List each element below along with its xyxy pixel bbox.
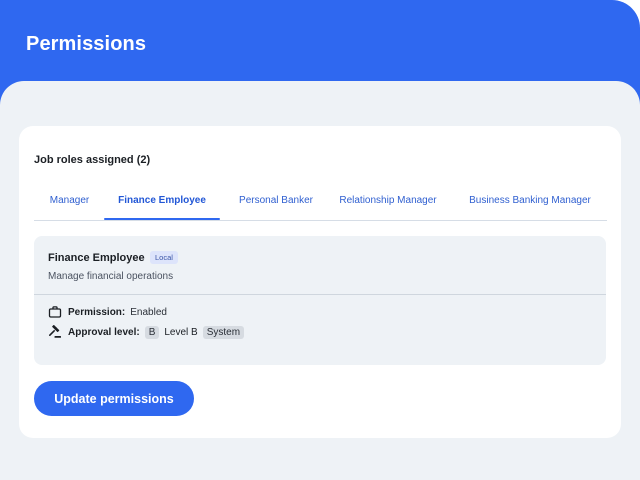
role-description: Manage financial operations bbox=[48, 271, 174, 282]
tab-business-banking-manager[interactable]: Business Banking Manager bbox=[460, 186, 600, 220]
update-permissions-button[interactable]: Update permissions bbox=[34, 381, 194, 416]
role-tabs: Manager Finance Employee Personal Banker… bbox=[34, 186, 607, 221]
gavel-icon bbox=[48, 325, 62, 339]
role-scope-badge: Local bbox=[150, 251, 178, 264]
permissions-screen: Permissions Job roles assigned (2) Manag… bbox=[0, 0, 640, 480]
roles-heading: Job roles assigned (2) bbox=[34, 154, 151, 166]
page-title: Permissions bbox=[26, 33, 147, 55]
roles-card: Job roles assigned (2) Manager Finance E… bbox=[19, 126, 621, 438]
content-area: Job roles assigned (2) Manager Finance E… bbox=[0, 81, 640, 480]
permission-row: Permission: Enabled bbox=[48, 304, 167, 320]
approval-label: Approval level: bbox=[68, 326, 140, 338]
role-name: Finance Employee bbox=[48, 252, 145, 264]
tab-label: Business Banking Manager bbox=[469, 195, 591, 206]
permission-value: Enabled bbox=[130, 306, 167, 318]
tab-finance-employee[interactable]: Finance Employee bbox=[104, 186, 220, 220]
tab-personal-banker[interactable]: Personal Banker bbox=[230, 186, 322, 220]
tab-label: Relationship Manager bbox=[339, 195, 437, 206]
approval-scope-chip: System bbox=[202, 325, 245, 339]
approval-level-text: Level B bbox=[164, 326, 198, 338]
tab-relationship-manager[interactable]: Relationship Manager bbox=[332, 186, 444, 220]
tab-manager[interactable]: Manager bbox=[34, 186, 105, 220]
role-detail-panel: Finance Employee Local Manage financial … bbox=[34, 236, 606, 365]
tab-label: Manager bbox=[49, 195, 90, 206]
tab-label: Personal Banker bbox=[239, 195, 313, 206]
briefcase-icon bbox=[48, 305, 62, 319]
active-tab-indicator bbox=[104, 218, 220, 220]
divider bbox=[34, 294, 606, 295]
approval-row: Approval level: B Level B System bbox=[48, 324, 249, 340]
permission-label: Permission: bbox=[68, 306, 126, 318]
approval-code-chip: B bbox=[144, 325, 160, 339]
tab-label: Finance Employee bbox=[118, 195, 206, 206]
